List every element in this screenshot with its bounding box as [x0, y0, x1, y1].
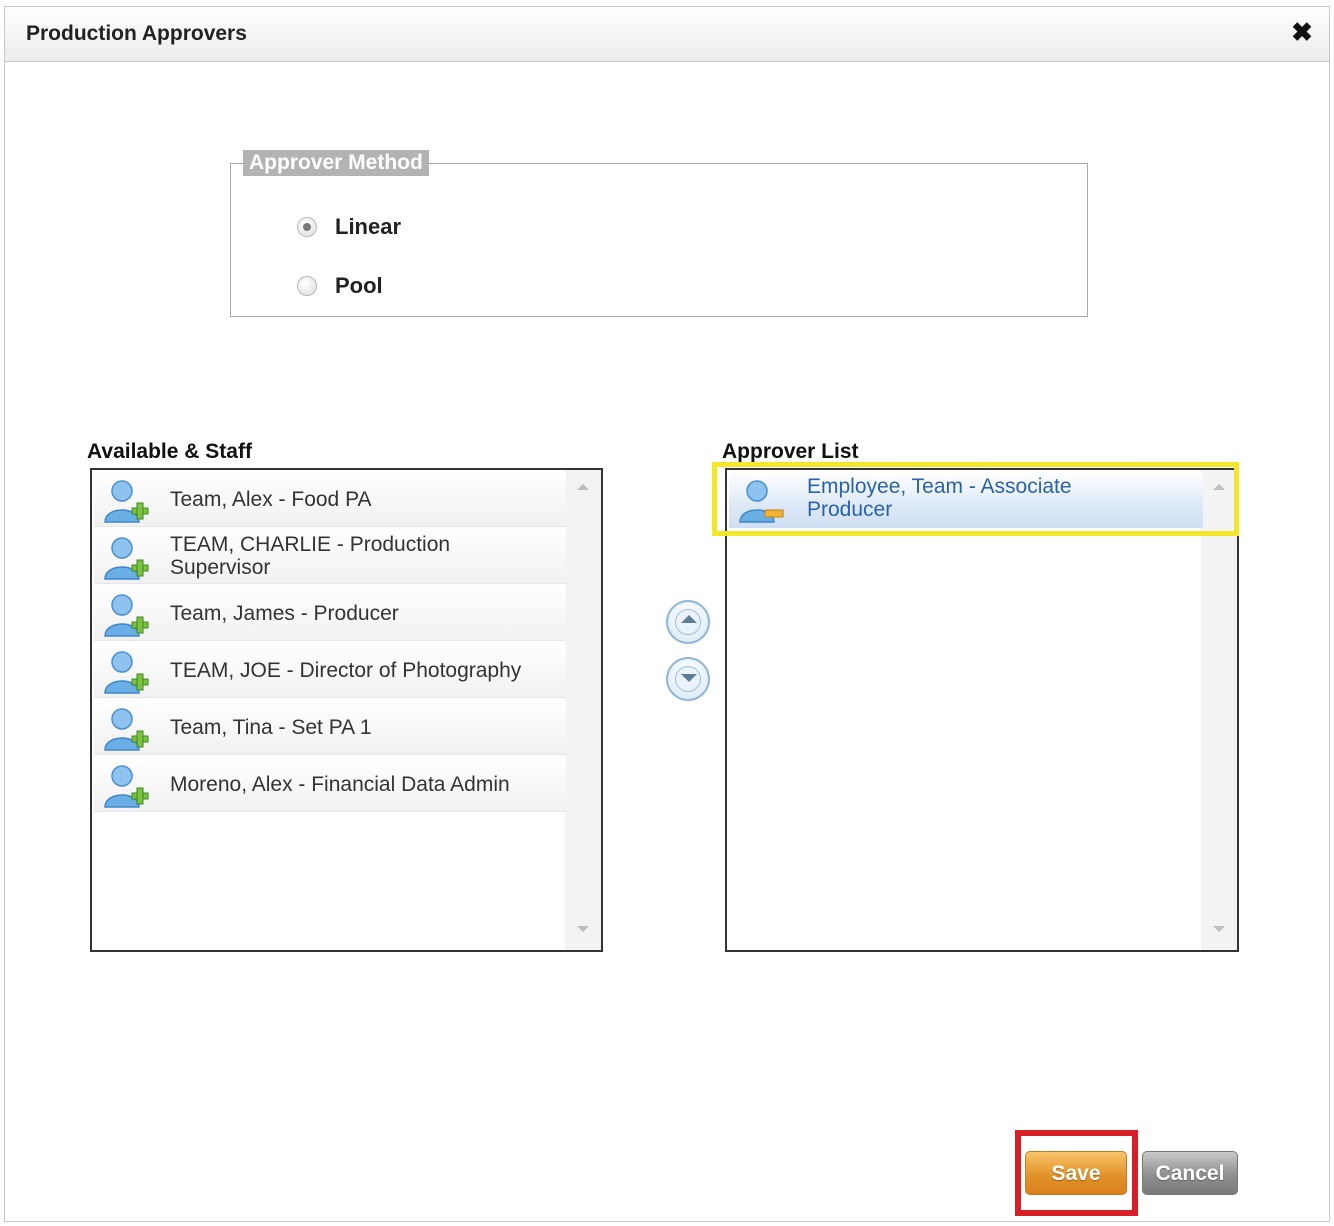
- list-item-label: Team, Alex - Food PA: [170, 488, 372, 511]
- scroll-up-arrow-icon[interactable]: [1213, 484, 1225, 490]
- move-down-arrow-icon: [681, 674, 697, 682]
- approver-method-group: Approver Method Linear Pool: [230, 150, 1088, 317]
- approver-list[interactable]: Employee, Team - Associate Producer: [725, 468, 1239, 952]
- list-item[interactable]: Team, Tina - Set PA 1: [94, 700, 566, 755]
- dialog-title: Production Approvers: [26, 22, 247, 45]
- list-item[interactable]: Team, James - Producer: [94, 586, 566, 641]
- approver-method-legend: Approver Method: [243, 150, 429, 176]
- linear-radio[interactable]: [297, 217, 317, 237]
- approver-list-item-selected[interactable]: Employee, Team - Associate Producer: [729, 472, 1203, 528]
- move-up-button[interactable]: [666, 600, 710, 644]
- scroll-down-arrow-icon[interactable]: [577, 926, 589, 932]
- add-user-icon: [104, 480, 149, 523]
- add-user-icon: [104, 594, 149, 637]
- approver-list-label: Approver List: [722, 440, 859, 463]
- list-item[interactable]: Team, Alex - Food PA: [94, 472, 566, 527]
- move-down-button[interactable]: [666, 657, 710, 701]
- pool-radio-label: Pool: [335, 273, 383, 298]
- radio-option-linear[interactable]: Linear: [297, 214, 401, 240]
- available-scrollbar[interactable]: [565, 470, 601, 950]
- radio-option-pool[interactable]: Pool: [297, 273, 383, 299]
- add-user-icon: [104, 708, 149, 751]
- list-item-label: TEAM, JOE - Director of Photography: [170, 659, 522, 682]
- pool-radio[interactable]: [297, 276, 317, 296]
- scroll-down-arrow-icon[interactable]: [1213, 926, 1225, 932]
- list-item[interactable]: TEAM, JOE - Director of Photography: [94, 643, 566, 698]
- cancel-button[interactable]: Cancel: [1142, 1151, 1238, 1195]
- approver-item-label: Employee, Team - Associate Producer: [807, 475, 1072, 521]
- remove-user-icon: [739, 480, 784, 523]
- dialog-titlebar: Production Approvers ✖: [5, 7, 1329, 62]
- list-item-label: Moreno, Alex - Financial Data Admin: [170, 773, 510, 796]
- approver-scrollbar[interactable]: [1201, 470, 1237, 950]
- move-up-arrow-icon: [681, 615, 697, 623]
- linear-radio-label: Linear: [335, 214, 402, 239]
- add-user-icon: [104, 651, 149, 694]
- add-user-icon: [104, 537, 149, 580]
- list-item-label: Team, James - Producer: [170, 602, 399, 625]
- scroll-up-arrow-icon[interactable]: [577, 484, 589, 490]
- available-staff-label: Available & Staff: [87, 440, 252, 463]
- list-item-label: Team, Tina - Set PA 1: [170, 716, 372, 739]
- list-item[interactable]: Moreno, Alex - Financial Data Admin: [94, 757, 566, 812]
- list-item-label: TEAM, CHARLIE - Production Supervisor: [170, 533, 451, 579]
- save-button[interactable]: Save: [1025, 1151, 1127, 1195]
- close-icon[interactable]: ✖: [1289, 19, 1315, 45]
- available-staff-list[interactable]: Team, Alex - Food PA TEAM, CHARLIE - Pro…: [90, 468, 603, 952]
- add-user-icon: [104, 765, 149, 808]
- list-item[interactable]: TEAM, CHARLIE - Production Supervisor: [94, 529, 566, 584]
